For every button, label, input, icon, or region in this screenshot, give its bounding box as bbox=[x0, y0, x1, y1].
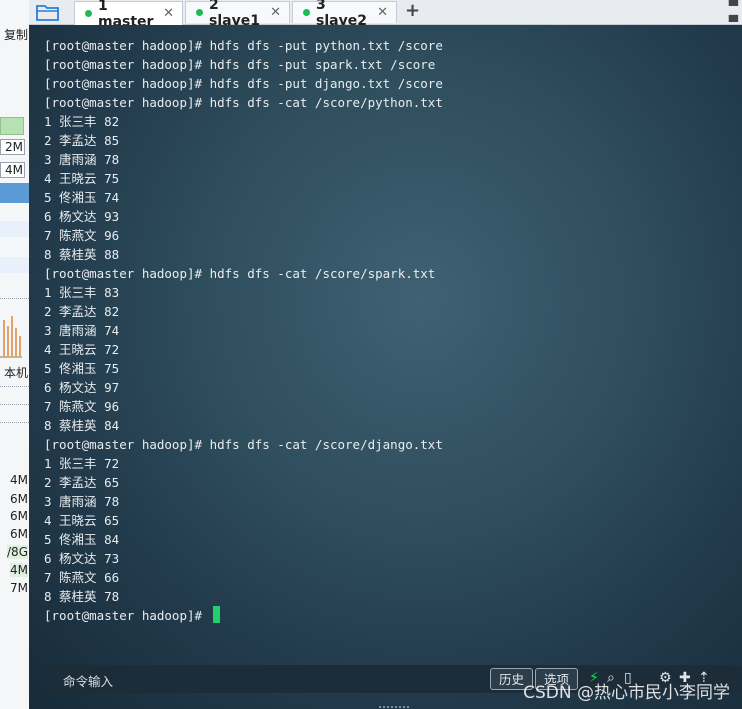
terminal-line: 4 王晓云 72 bbox=[44, 342, 120, 357]
mem-value: 7M bbox=[10, 581, 28, 595]
mem-value: 4M bbox=[10, 563, 28, 577]
connected-status-icon bbox=[85, 10, 92, 17]
terminal-line: 5 佟湘玉 84 bbox=[44, 532, 120, 547]
terminal-line: 4 王晓云 75 bbox=[44, 171, 120, 186]
terminal-line: [root@master hadoop]# hdfs dfs -put spar… bbox=[44, 57, 436, 72]
close-icon[interactable]: ✕ bbox=[270, 5, 281, 20]
divider bbox=[0, 386, 29, 387]
command-input-label: 命令输入 bbox=[63, 674, 114, 689]
terminal-line: 3 唐雨涵 78 bbox=[44, 494, 120, 509]
new-tab-plus-icon[interactable]: + bbox=[405, 0, 420, 22]
terminal-line: 8 蔡桂英 88 bbox=[44, 247, 120, 262]
window-control-icon[interactable]: ▀ ▄ bbox=[729, 0, 738, 21]
usage-chart bbox=[0, 313, 22, 358]
tab-master[interactable]: 1 master ✕ bbox=[74, 0, 183, 30]
terminal-line: 7 陈燕文 96 bbox=[44, 228, 120, 243]
terminal-output: [root@master hadoop]# hdfs dfs -put pyth… bbox=[44, 36, 443, 625]
host-label[interactable]: 本机 bbox=[4, 364, 28, 381]
left-sidebar: 复制 2M 4M 本机 4M 6M 6M 6M /8G 4M 7M bbox=[0, 0, 30, 709]
selected-row[interactable] bbox=[0, 183, 29, 203]
mem-value: 6M bbox=[10, 492, 28, 506]
terminal-line: 6 杨文达 97 bbox=[44, 380, 120, 395]
terminal-line: 3 唐雨涵 74 bbox=[44, 323, 120, 338]
divider bbox=[0, 422, 29, 423]
terminal-line: 4 王晓云 65 bbox=[44, 513, 120, 528]
tab-slave2[interactable]: 3 slave2 ✕ bbox=[292, 0, 397, 29]
resize-handle[interactable] bbox=[379, 706, 409, 708]
terminal-line: 7 陈燕文 66 bbox=[44, 570, 120, 585]
list-row[interactable] bbox=[0, 221, 29, 237]
terminal-line: [root@master hadoop]# hdfs dfs -cat /sco… bbox=[44, 266, 436, 281]
terminal-line: [root@master hadoop]# hdfs dfs -put pyth… bbox=[44, 38, 443, 53]
terminal-pane[interactable]: [root@master hadoop]# hdfs dfs -put pyth… bbox=[29, 25, 742, 709]
terminal-line: 7 陈燕文 96 bbox=[44, 399, 120, 414]
tab-slave1[interactable]: 2 slave1 ✕ bbox=[185, 0, 290, 29]
status-bar-green bbox=[0, 117, 24, 135]
mem-value: 6M bbox=[10, 509, 28, 523]
list-row[interactable] bbox=[0, 257, 29, 273]
mem-value: 2M bbox=[0, 139, 25, 155]
terminal-line: 8 蔡桂英 84 bbox=[44, 418, 120, 433]
copy-label[interactable]: 复制 bbox=[4, 26, 28, 43]
terminal-line: 3 唐雨涵 78 bbox=[44, 152, 120, 167]
connected-status-icon bbox=[303, 9, 310, 16]
csdn-watermark: CSDN @热心市民小李同学 bbox=[523, 683, 730, 703]
terminal-line: 6 杨文达 93 bbox=[44, 209, 120, 224]
mem-value: /8G bbox=[7, 545, 28, 559]
terminal-line: 1 张三丰 72 bbox=[44, 456, 120, 471]
terminal-line: [root@master hadoop]# hdfs dfs -cat /sco… bbox=[44, 437, 443, 452]
divider bbox=[0, 298, 29, 299]
connected-status-icon bbox=[196, 9, 203, 16]
terminal-line: [root@master hadoop]# hdfs dfs -cat /sco… bbox=[44, 95, 443, 110]
terminal-line: 2 李孟达 82 bbox=[44, 304, 120, 319]
divider bbox=[0, 404, 29, 405]
session-tab-bar: 1 master ✕ 2 slave1 ✕ 3 slave2 ✕ + ▀ ▄ bbox=[29, 0, 742, 30]
terminal-line: 6 杨文达 73 bbox=[44, 551, 120, 566]
terminal-line: 1 张三丰 82 bbox=[44, 114, 120, 129]
terminal-line: 1 张三丰 83 bbox=[44, 285, 120, 300]
mem-value: 4M bbox=[0, 162, 25, 178]
terminal-line: 8 蔡桂英 78 bbox=[44, 589, 120, 604]
terminal-prompt: [root@master hadoop]# bbox=[44, 608, 210, 623]
terminal-line: 2 李孟达 65 bbox=[44, 475, 120, 490]
terminal-line: 5 佟湘玉 74 bbox=[44, 190, 120, 205]
folder-icon[interactable] bbox=[35, 2, 61, 22]
terminal-line: [root@master hadoop]# hdfs dfs -put djan… bbox=[44, 76, 443, 91]
terminal-cursor bbox=[212, 606, 220, 623]
terminal-prompt-line[interactable]: [root@master hadoop]# bbox=[44, 606, 443, 625]
mem-value: 6M bbox=[10, 527, 28, 541]
mem-value: 4M bbox=[10, 473, 28, 487]
terminal-line: 5 佟湘玉 75 bbox=[44, 361, 120, 376]
terminal-line: 2 李孟达 85 bbox=[44, 133, 120, 148]
close-icon[interactable]: ✕ bbox=[377, 5, 388, 20]
close-icon[interactable]: ✕ bbox=[163, 6, 174, 21]
